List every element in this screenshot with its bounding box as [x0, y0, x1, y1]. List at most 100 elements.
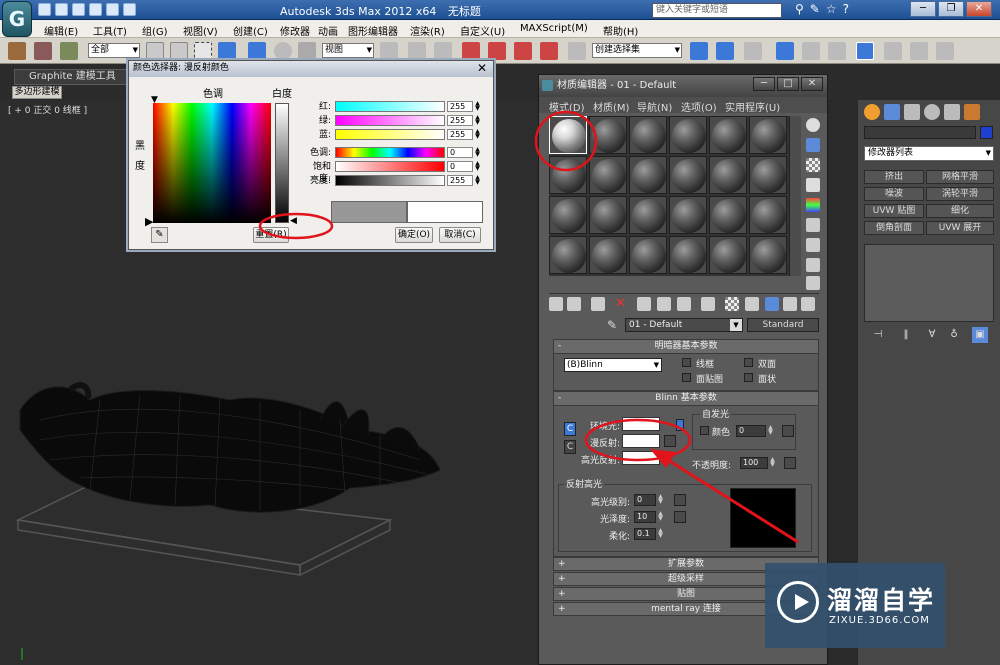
material-sample-slot[interactable]: [709, 196, 747, 234]
noise-button[interactable]: 噪波: [864, 187, 924, 201]
sample-type-icon[interactable]: [806, 118, 820, 132]
select-object-icon[interactable]: [146, 42, 164, 60]
sample-uv-tiling-icon[interactable]: [806, 178, 820, 192]
saturation-spinner-icon[interactable]: ▲ ▼: [474, 161, 481, 172]
material-sample-slot[interactable]: [669, 116, 707, 154]
me-menu-options[interactable]: 选项(O): [681, 99, 717, 114]
select-rotate-icon[interactable]: [274, 42, 292, 60]
specular-level-value[interactable]: 0: [634, 494, 656, 506]
rendered-frame-icon[interactable]: [910, 42, 928, 60]
percent-snap-icon[interactable]: [514, 42, 532, 60]
material-sample-slot[interactable]: [549, 236, 587, 274]
hue-spectrum[interactable]: [153, 103, 271, 223]
glossiness-value[interactable]: 10: [634, 511, 656, 523]
value-bar[interactable]: [335, 175, 445, 186]
angle-snap-icon[interactable]: [488, 42, 506, 60]
wrench-icon[interactable]: ✎: [810, 2, 820, 16]
opacity-value[interactable]: 100: [740, 457, 768, 469]
make-unique-icon[interactable]: [657, 297, 671, 311]
saturation-bar[interactable]: [335, 161, 445, 172]
material-sample-slot[interactable]: [589, 196, 627, 234]
object-name-field[interactable]: [864, 126, 976, 139]
red-value[interactable]: 255: [447, 101, 473, 112]
menu-views[interactable]: 视图(V): [183, 23, 218, 38]
sample-slots-scrollbar[interactable]: [789, 116, 801, 276]
material-sample-slot[interactable]: [589, 156, 627, 194]
new-file-icon[interactable]: [38, 3, 51, 16]
material-sample-slot[interactable]: [709, 156, 747, 194]
soften-spinner-icon[interactable]: ▲ ▼: [657, 528, 664, 540]
show-end-result-icon[interactable]: [745, 297, 759, 311]
app-logo-icon[interactable]: G: [2, 1, 32, 37]
material-sample-slot[interactable]: [549, 156, 587, 194]
me-menu-material[interactable]: 材质(M): [593, 99, 629, 114]
lock-ambient-diffuse-icon[interactable]: C: [564, 422, 576, 436]
star-icon[interactable]: ☆: [826, 2, 837, 16]
hierarchy-tab-icon[interactable]: [904, 104, 920, 120]
rect-selection-icon[interactable]: [194, 42, 212, 60]
modifier-list-select[interactable]: 修改器列表: [864, 146, 994, 161]
polygon-modeling-tab[interactable]: 多边形建模: [12, 86, 62, 99]
search-input[interactable]: 键入关键字或短语: [652, 3, 782, 18]
saturation-value[interactable]: 0: [447, 161, 473, 172]
show-end-result-stack-icon[interactable]: ‖: [898, 327, 914, 343]
uvw-map-button[interactable]: UVW 贴图: [864, 204, 924, 218]
value-value[interactable]: 255: [447, 175, 473, 186]
copy-material-icon[interactable]: [637, 297, 651, 311]
material-sample-slot[interactable]: [749, 156, 787, 194]
eyedropper-icon[interactable]: ✎: [151, 227, 168, 243]
menu-customize[interactable]: 自定义(U): [460, 23, 505, 38]
ok-button[interactable]: 确定(O): [395, 227, 433, 243]
edit-named-selection-icon[interactable]: [568, 42, 586, 60]
menu-help[interactable]: 帮助(H): [603, 23, 638, 38]
select-by-material-icon[interactable]: [806, 258, 820, 272]
bevel-profile-button[interactable]: 倒角剖面: [864, 221, 924, 235]
save-file-icon[interactable]: [72, 3, 85, 16]
soften-value[interactable]: 0.1: [634, 528, 656, 540]
material-sample-slot[interactable]: [749, 196, 787, 234]
pin-stack-icon[interactable]: ⊣: [870, 327, 886, 343]
unwrap-uvw-button[interactable]: UVW 展开: [926, 221, 994, 235]
material-navigator-icon[interactable]: [806, 276, 820, 290]
diffuse-map-button[interactable]: [664, 435, 676, 447]
named-selection-select[interactable]: 创建选择集: [592, 43, 682, 58]
assign-to-selection-icon[interactable]: [591, 297, 605, 311]
binoculars-icon[interactable]: ⚲: [795, 2, 804, 16]
material-sample-slot[interactable]: [589, 116, 627, 154]
whiteness-marker-icon[interactable]: ◀: [290, 216, 297, 226]
material-sample-slot[interactable]: [549, 196, 587, 234]
blinn-rollout-header[interactable]: - Blinn 基本参数: [554, 392, 818, 406]
self-illum-color-checkbox[interactable]: [700, 426, 709, 435]
align-icon[interactable]: [716, 42, 734, 60]
ambient-lock-icon[interactable]: [676, 419, 684, 431]
material-sample-slot[interactable]: [589, 236, 627, 274]
link-icon[interactable]: [8, 42, 26, 60]
reset-button[interactable]: 重置(R): [253, 227, 289, 243]
self-illum-value[interactable]: 0: [736, 425, 766, 437]
put-to-library-icon[interactable]: [677, 297, 691, 311]
material-sample-slot[interactable]: [709, 116, 747, 154]
project-folder-icon[interactable]: [123, 3, 136, 16]
close-button[interactable]: ✕: [966, 1, 992, 17]
lock-diffuse-specular-icon[interactable]: C: [564, 440, 576, 454]
selection-filter-select[interactable]: 全部: [88, 43, 140, 58]
go-to-parent-icon[interactable]: [765, 297, 779, 311]
spinner-snap-icon[interactable]: [540, 42, 558, 60]
close-icon[interactable]: ✕: [477, 62, 487, 75]
redo-icon[interactable]: [106, 3, 119, 16]
menu-maxscript[interactable]: MAXScript(M): [520, 23, 588, 34]
material-sample-slot[interactable]: [629, 196, 667, 234]
menu-graph-editors[interactable]: 图形编辑器: [348, 23, 398, 38]
me-maximize-button[interactable]: □: [777, 77, 799, 91]
pick-material-icon[interactable]: [801, 297, 815, 311]
unlink-icon[interactable]: [34, 42, 52, 60]
open-file-icon[interactable]: [55, 3, 68, 16]
material-sample-slot[interactable]: [629, 116, 667, 154]
me-menu-navigation[interactable]: 导航(N): [637, 99, 672, 114]
restore-button[interactable]: ❐: [938, 1, 964, 17]
blue-spinner-icon[interactable]: ▲ ▼: [474, 129, 481, 140]
menu-modifiers[interactable]: 修改器: [280, 23, 310, 38]
help-icon[interactable]: ?: [843, 2, 849, 16]
material-sample-slot[interactable]: [709, 236, 747, 274]
glossiness-spinner-icon[interactable]: ▲ ▼: [657, 511, 664, 523]
